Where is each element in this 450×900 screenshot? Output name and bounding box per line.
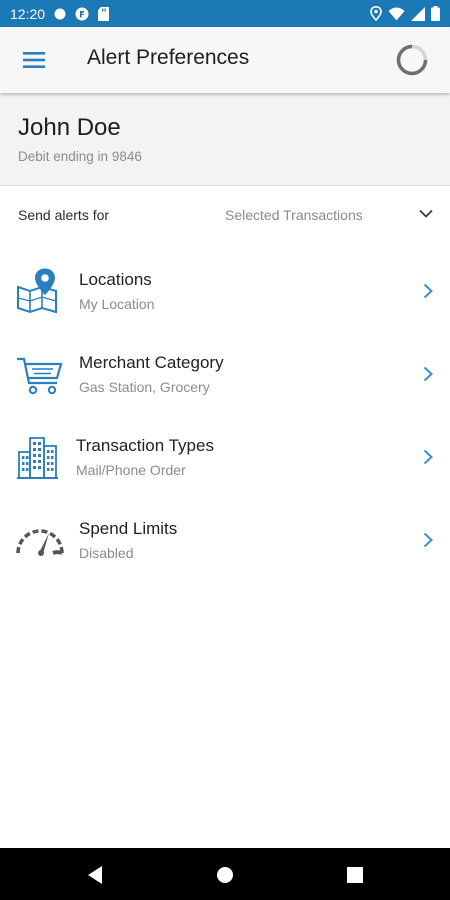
send-alerts-selected-value: Selected Transactions (225, 207, 363, 223)
chevron-right-icon (421, 448, 435, 466)
app-badge-icon (75, 7, 89, 21)
recents-square-icon[interactable] (343, 863, 367, 887)
send-alerts-label: Send alerts for (18, 207, 110, 223)
back-triangle-icon[interactable] (84, 863, 108, 887)
status-right-group (370, 6, 440, 21)
merchant-category-title: Merchant Category (79, 353, 224, 372)
locations-title: Locations (79, 270, 152, 289)
shopping-cart-icon (15, 351, 65, 399)
status-time: 12:20 (10, 5, 46, 22)
spend-limits-subtitle: Disabled (79, 545, 134, 561)
notification-dot-icon (54, 8, 66, 20)
merchant-category-item[interactable]: Merchant Category Gas Station, Grocery (0, 333, 450, 416)
system-navigation-bar (0, 848, 450, 900)
status-bar: 12:20 (0, 0, 450, 27)
locations-item[interactable]: Locations My Location (0, 250, 450, 333)
chevron-right-icon (421, 531, 435, 549)
spend-limits-item[interactable]: Spend Limits Disabled (0, 499, 450, 582)
preference-list: Locations My Location Merchant Category … (0, 250, 450, 582)
account-holder-name: John Doe (18, 114, 121, 141)
send-alerts-dropdown[interactable]: Send alerts for Selected Transactions (0, 186, 450, 244)
account-header: John Doe Debit ending in 9846 (0, 93, 450, 186)
chevron-down-icon (417, 207, 435, 221)
status-left-group: 12:20 (10, 5, 110, 22)
battery-icon (431, 6, 440, 21)
transaction-types-item[interactable]: Transaction Types Mail/Phone Order (0, 416, 450, 499)
sd-card-icon (98, 6, 110, 21)
loading-spinner-icon (395, 43, 429, 77)
location-pin-icon (370, 6, 382, 21)
home-circle-icon[interactable] (213, 863, 237, 887)
buildings-icon (15, 434, 65, 482)
page-title: Alert Preferences (87, 46, 250, 69)
hamburger-menu-icon[interactable] (21, 49, 47, 71)
chevron-right-icon (421, 365, 435, 383)
spend-limits-title: Spend Limits (79, 519, 178, 538)
transaction-types-subtitle: Mail/Phone Order (76, 462, 186, 478)
locations-subtitle: My Location (79, 296, 155, 312)
signal-icon (411, 6, 425, 21)
card-description: Debit ending in 9846 (18, 149, 142, 164)
app-bar: Alert Preferences (0, 27, 450, 93)
map-location-icon (15, 268, 65, 316)
merchant-category-subtitle: Gas Station, Grocery (79, 379, 210, 395)
speedometer-icon (15, 517, 65, 565)
chevron-right-icon (421, 282, 435, 300)
transaction-types-title: Transaction Types (76, 436, 214, 455)
wifi-icon (388, 7, 405, 21)
